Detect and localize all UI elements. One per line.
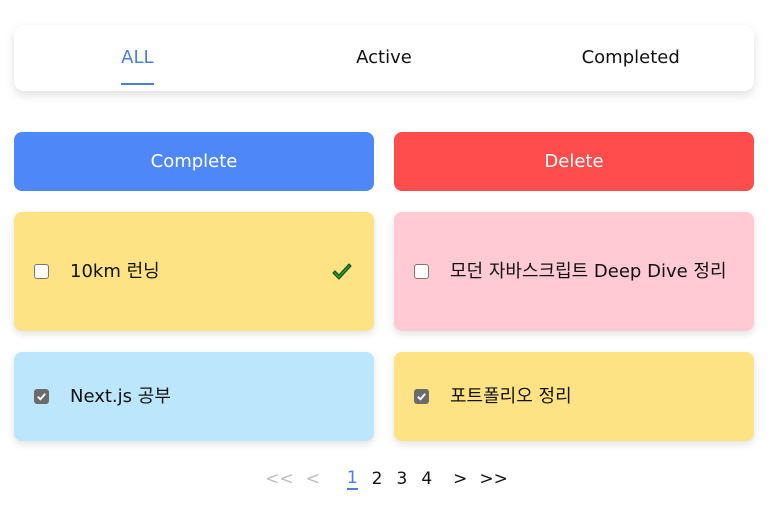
tab-all[interactable]: ALL [14,25,261,91]
todo-text: 모던 자바스크립트 Deep Dive 정리 [450,261,727,282]
check-icon [332,262,352,280]
checkmark-icon [417,393,426,401]
tab-completed-label: Completed [581,46,680,68]
pagination: << < 1 2 3 4 > >> [0,466,773,492]
filter-tabs: ALL Active Completed [14,25,754,91]
todo-checkbox[interactable] [34,264,49,279]
todo-checkbox[interactable] [414,389,429,404]
todo-text: 10km 런닝 [70,261,160,282]
delete-button[interactable]: Delete [394,132,754,191]
todo-card[interactable]: Next.js 공부 [14,352,374,441]
todo-card[interactable]: 포트폴리오 정리 [394,352,754,441]
todo-card[interactable]: 모던 자바스크립트 Deep Dive 정리 [394,212,754,331]
tab-all-label: ALL [121,46,154,85]
page-number-3[interactable]: 3 [397,469,408,489]
last-page-button[interactable]: >> [479,469,508,489]
tab-active[interactable]: Active [261,25,508,91]
page-number-4[interactable]: 4 [421,469,432,489]
todo-text: 포트폴리오 정리 [450,386,572,407]
todo-text: Next.js 공부 [70,386,171,407]
tab-active-label: Active [356,46,412,68]
tab-completed[interactable]: Completed [507,25,754,91]
checkmark-icon [37,393,46,401]
first-page-button[interactable]: << [265,469,294,489]
page-number-2[interactable]: 2 [372,469,383,489]
next-page-button[interactable]: > [453,469,467,489]
todo-checkbox[interactable] [34,389,49,404]
todo-checkbox[interactable] [414,264,429,279]
prev-page-button[interactable]: < [306,469,320,489]
todo-card[interactable]: 10km 런닝 [14,212,374,331]
page-number-1[interactable]: 1 [346,468,358,490]
complete-button[interactable]: Complete [14,132,374,191]
